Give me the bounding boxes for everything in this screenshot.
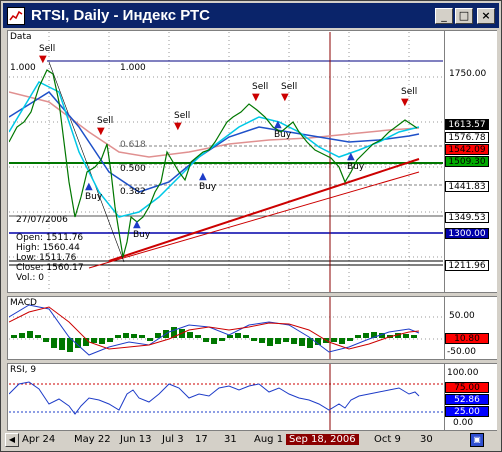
sell-signal-label: Sell	[97, 116, 114, 126]
sell-signal-label: Sell	[252, 82, 269, 92]
date-label: 31	[224, 434, 237, 445]
price-axis[interactable]: 1750.00 1613.57 1576.78 1542.09 1509.30 …	[444, 31, 497, 292]
price-tag: 1441.83	[445, 181, 489, 192]
sell-signal-label: Sell	[39, 44, 56, 54]
rsi-tag: 25.00	[445, 406, 489, 417]
macd-tick: -50.00	[447, 347, 477, 357]
sell-arrow-icon: ▼	[281, 92, 289, 103]
rsi-panel[interactable]: RSI, 9 100.00 75.00 52.86 25.00 0.00	[7, 363, 497, 431]
chart-app-icon	[7, 6, 25, 25]
buy-signal-label: Buy	[133, 230, 151, 240]
fib-label-500: 0.500	[120, 164, 146, 174]
info-close: Close: 1560.17	[16, 263, 84, 273]
buy-signal: ▲ Buy	[199, 171, 216, 192]
info-open: Open: 1511.76	[16, 233, 84, 243]
fib-label-left-top: 1.000	[10, 63, 36, 73]
sell-arrow-icon: ▼	[97, 126, 105, 137]
buy-signal: ▲ Buy	[85, 181, 102, 202]
maximize-button[interactable]: □	[455, 7, 473, 24]
rsi-line	[9, 381, 420, 415]
price-panel[interactable]: Data 1.000 1.000 0.618 0.500 0.382 Sell …	[7, 30, 497, 293]
buy-arrow-icon: ▲	[347, 151, 355, 162]
date-label: Jul 3	[162, 434, 184, 445]
sell-signal: Sell ▼	[401, 87, 417, 108]
rsi-tag: 75.00	[445, 382, 489, 393]
cursor-date-label: Sep 18, 2006	[286, 434, 359, 445]
buy-signal: ▲ Buy	[274, 119, 291, 140]
price-tag: 1542.09	[445, 144, 489, 155]
rsi-axis[interactable]: 100.00 75.00 52.86 25.00 0.00	[444, 364, 497, 430]
macd-value-tag: 10.80	[445, 333, 489, 344]
fib-label-382: 0.382	[120, 187, 146, 197]
sell-arrow-icon: ▼	[39, 54, 47, 65]
buy-arrow-icon: ▲	[199, 171, 207, 182]
macd-axis[interactable]: 50.00 10.80 -50.00	[444, 297, 497, 359]
info-vol: Vol.: 0	[16, 273, 44, 283]
ma-cyan-line	[9, 81, 420, 218]
price-tag: 1509.30	[445, 156, 489, 167]
buy-signal: ▲ Buy	[133, 219, 150, 240]
trend-line-1	[108, 158, 420, 262]
price-tag: 1211.96	[445, 260, 489, 271]
window-title: RTSI, Daily - Индекс РТС	[31, 7, 211, 24]
rsi-tag: 52.86	[445, 394, 489, 405]
sell-signal: Sell ▼	[281, 82, 297, 103]
buy-signal-label: Buy	[347, 162, 365, 172]
price-tag: 1576.78	[445, 132, 489, 143]
title-bar[interactable]: RTSI, Daily - Индекс РТС _ □ ×	[3, 3, 499, 28]
sell-signal: Sell ▼	[174, 111, 190, 132]
macd-panel[interactable]: MACD 50.00 10.80 -50.00	[7, 296, 497, 360]
date-label: Aug 1	[254, 434, 284, 445]
price-tag: 1613.57	[445, 119, 489, 130]
price-tick-1750: 1750.00	[449, 69, 487, 79]
buy-signal: ▲ Buy	[347, 151, 364, 172]
buy-signal-label: Buy	[199, 182, 217, 192]
chart-window: RTSI, Daily - Индекс РТС _ □ × Data 1.00…	[0, 0, 502, 452]
rsi-chart[interactable]	[9, 364, 443, 430]
date-label: May 22	[74, 434, 111, 445]
ohlc-info: 27/07/2006 Open: 1511.76 High: 1560.44 L…	[16, 215, 84, 283]
fib-label-top: 1.000	[120, 63, 146, 73]
buy-signal-label: Buy	[85, 192, 103, 202]
price-tag: 1300.00	[445, 228, 489, 239]
sell-signal-label: Sell	[401, 87, 418, 97]
buy-arrow-icon: ▲	[133, 219, 141, 230]
buy-arrow-icon: ▲	[85, 181, 93, 192]
rsi-tick: 100.00	[447, 368, 479, 378]
sell-arrow-icon: ▼	[401, 97, 409, 108]
buy-signal-label: Buy	[274, 130, 292, 140]
sell-signal: Sell ▼	[97, 116, 113, 137]
date-label: 30	[420, 434, 433, 445]
info-low: Low: 1511.76	[16, 253, 77, 263]
close-button[interactable]: ×	[477, 7, 495, 24]
buy-arrow-icon: ▲	[274, 119, 282, 130]
date-label: Apr 24	[22, 434, 56, 445]
sell-signal: Sell ▼	[39, 44, 55, 65]
fib-label-618: 0.618	[120, 140, 146, 150]
date-label: 17	[195, 434, 208, 445]
sell-signal-label: Sell	[281, 82, 298, 92]
sell-arrow-icon: ▼	[252, 92, 260, 103]
date-axis[interactable]: Apr 24 May 22 Jun 13 Jul 3 17 31 Aug 1 S…	[10, 433, 440, 447]
sell-signal: Sell ▼	[252, 82, 268, 103]
macd-tick: 50.00	[449, 311, 475, 321]
rsi-tick: 0.00	[453, 418, 474, 428]
sell-arrow-icon: ▼	[174, 121, 182, 132]
minimize-button[interactable]: _	[435, 7, 453, 24]
sell-signal-label: Sell	[174, 111, 191, 121]
info-high: High: 1560.44	[16, 243, 80, 253]
macd-chart[interactable]	[9, 297, 443, 359]
date-label: Jun 13	[120, 434, 152, 445]
chart-properties-icon[interactable]: ▣	[470, 433, 484, 447]
info-date: 27/07/2006	[16, 215, 68, 225]
date-label: Oct 9	[374, 434, 401, 445]
price-tag: 1349.53	[445, 212, 489, 223]
